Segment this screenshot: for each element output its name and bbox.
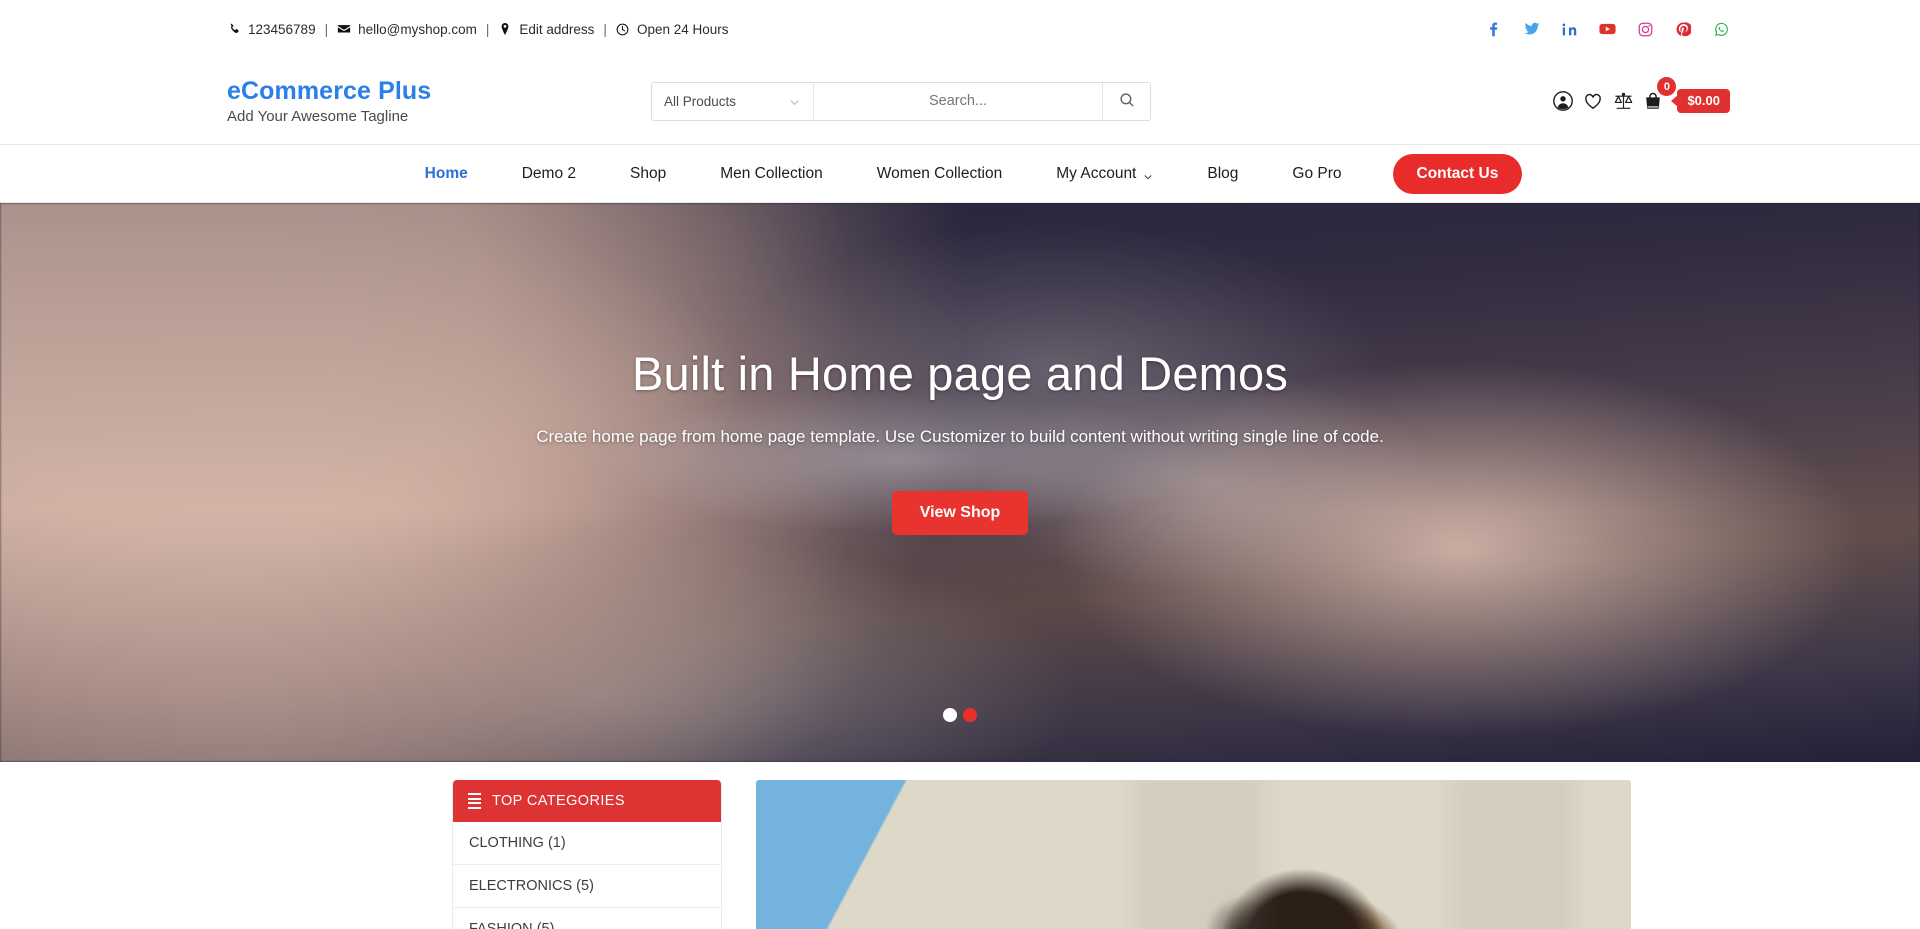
- pinterest-icon[interactable]: [1675, 21, 1692, 38]
- clock-icon: [616, 22, 630, 36]
- compare-scales-icon[interactable]: [1610, 88, 1636, 114]
- user-account-icon[interactable]: [1550, 88, 1576, 114]
- contact-phone-text: 123456789: [248, 21, 316, 37]
- cart-total-amount[interactable]: $0.00: [1677, 89, 1730, 113]
- category-item-electronics[interactable]: ELECTRONICS (5): [453, 865, 721, 908]
- category-label: ELECTRONICS: [469, 878, 573, 894]
- cart-area[interactable]: 0 $0.00: [1640, 77, 1730, 114]
- hero-slider-dots: [0, 708, 1920, 722]
- promo-banner-image: [756, 780, 1631, 929]
- nav-item-go-pro[interactable]: Go Pro: [1265, 165, 1368, 183]
- category-count: (1): [547, 835, 566, 851]
- envelope-icon: [337, 22, 351, 36]
- contact-address-text: Edit address: [519, 21, 595, 37]
- nav-item-my-account-label: My Account: [1056, 164, 1137, 182]
- twitter-icon[interactable]: [1523, 21, 1540, 38]
- contact-email[interactable]: hello@myshop.com: [337, 22, 477, 37]
- hero-slider: Built in Home page and Demos Create home…: [0, 203, 1920, 762]
- top-bar: 123456789 | hello@myshop.com | Edit addr…: [0, 0, 1920, 58]
- contact-separator: |: [603, 21, 607, 37]
- view-shop-button[interactable]: View Shop: [891, 491, 1029, 535]
- instagram-icon[interactable]: [1637, 21, 1654, 38]
- hero-slider-dot-2[interactable]: [963, 708, 977, 722]
- contact-separator: |: [485, 21, 490, 37]
- nav-item-men-collection[interactable]: Men Collection: [693, 165, 850, 183]
- nav-item-home[interactable]: Home: [398, 165, 495, 183]
- promo-banner[interactable]: [756, 780, 1631, 929]
- category-item-clothing[interactable]: CLOTHING (1): [453, 822, 721, 865]
- contact-hours-text: Open 24 Hours: [636, 21, 729, 37]
- chevron-down-icon: [1143, 169, 1153, 179]
- linkedin-icon[interactable]: [1561, 21, 1578, 38]
- top-categories-panel: TOP CATEGORIES CLOTHING (1) ELECTRONICS …: [452, 780, 722, 929]
- category-label: CLOTHING: [469, 835, 544, 851]
- category-label: FASHION: [469, 921, 533, 929]
- nav-list: Home Demo 2 Shop Men Collection Women Co…: [398, 153, 1523, 194]
- map-pin-icon: [498, 22, 512, 36]
- category-count: (5): [576, 878, 594, 894]
- product-search-bar: All Products: [651, 81, 1151, 121]
- top-categories-heading-label: TOP CATEGORIES: [492, 793, 625, 809]
- contact-phone[interactable]: 123456789: [227, 22, 316, 37]
- nav-item-women-collection[interactable]: Women Collection: [850, 165, 1030, 183]
- contact-separator: |: [324, 21, 329, 37]
- search-icon: [1119, 92, 1135, 111]
- nav-item-demo-2[interactable]: Demo 2: [495, 165, 603, 183]
- category-count: (5): [536, 921, 555, 929]
- phone-icon: [227, 22, 241, 36]
- cart-count-badge: 0: [1657, 77, 1677, 96]
- top-categories-heading: TOP CATEGORIES: [453, 780, 721, 822]
- youtube-icon[interactable]: [1599, 21, 1616, 38]
- nav-item-my-account[interactable]: My Account: [1029, 165, 1180, 183]
- contact-email-text: hello@myshop.com: [358, 21, 477, 37]
- site-tagline: Add Your Awesome Tagline: [227, 108, 409, 126]
- contact-address[interactable]: Edit address: [498, 22, 594, 37]
- contact-us-button[interactable]: Contact Us: [1392, 153, 1523, 194]
- contact-hours[interactable]: Open 24 Hours: [616, 22, 729, 37]
- social-links: [1485, 21, 1768, 38]
- nav-item-blog[interactable]: Blog: [1180, 165, 1265, 183]
- category-item-fashion[interactable]: FASHION (5): [453, 908, 721, 929]
- site-title: eCommerce Plus: [227, 76, 432, 105]
- facebook-icon[interactable]: [1485, 21, 1502, 38]
- chevron-down-icon: [789, 96, 800, 107]
- main-content: TOP CATEGORIES CLOTHING (1) ELECTRONICS …: [152, 762, 1768, 929]
- header-actions: 0 $0.00: [1550, 77, 1730, 114]
- contact-info-list: 123456789 | hello@myshop.com | Edit addr…: [152, 22, 729, 37]
- nav-item-shop[interactable]: Shop: [603, 165, 693, 183]
- brand-block[interactable]: eCommerce Plus Add Your Awesome Tagline: [227, 77, 647, 126]
- list-menu-icon: [468, 793, 481, 809]
- main-navigation: Home Demo 2 Shop Men Collection Women Co…: [0, 145, 1920, 203]
- hero-content: Built in Home page and Demos Create home…: [0, 203, 1920, 535]
- search-input[interactable]: [814, 82, 1102, 120]
- site-header: eCommerce Plus Add Your Awesome Tagline …: [0, 58, 1920, 145]
- hero-subtitle: Create home page from home page template…: [536, 427, 1384, 446]
- search-submit-button[interactable]: [1102, 82, 1150, 120]
- whatsapp-icon[interactable]: [1713, 21, 1730, 38]
- hero-slider-dot-1[interactable]: [943, 708, 957, 722]
- search-category-select[interactable]: All Products: [652, 82, 814, 120]
- heart-icon[interactable]: [1580, 88, 1606, 114]
- search-category-value: All Products: [664, 93, 737, 109]
- hero-title: Built in Home page and Demos: [631, 347, 1289, 400]
